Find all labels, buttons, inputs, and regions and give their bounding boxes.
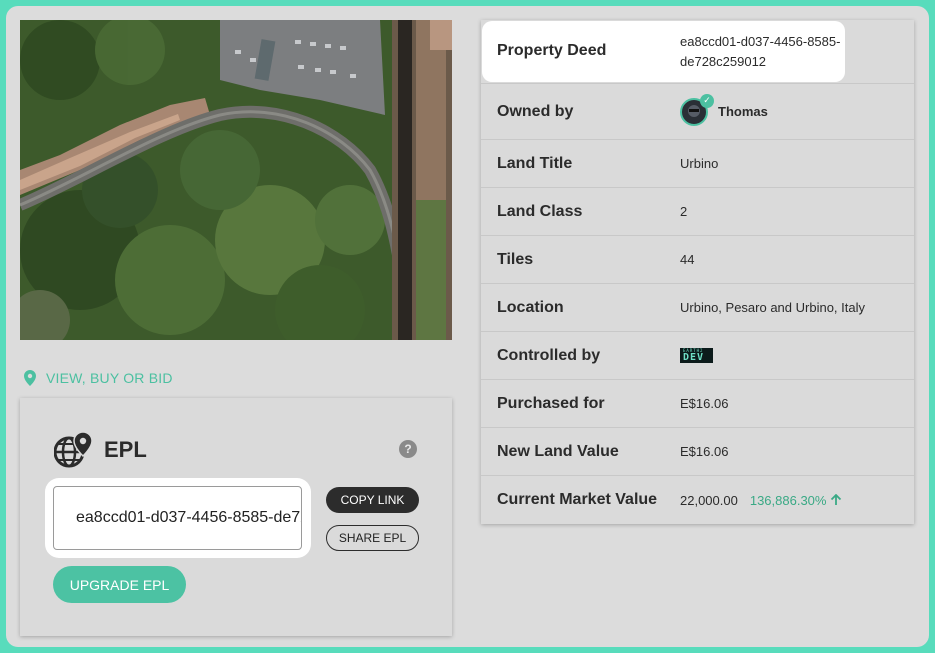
copy-link-button[interactable]: COPY LINK [326,487,419,513]
deed-row-owned-by: Owned by ✓ Thomas [481,84,914,140]
land-class-label: Land Class [497,202,583,220]
verified-check-icon: ✓ [700,93,714,108]
land-title-value: Urbino [680,156,719,171]
location-pin-icon [24,370,36,386]
purchased-for-label: Purchased for [497,394,605,412]
deed-row-location: Location Urbino, Pesaro and Urbino, Ital… [481,284,914,332]
satellite-map[interactable] [20,20,452,340]
market-value: 22,000.00 136,886.30% [680,493,842,508]
controller[interactable]: EARTH2 DEV [680,348,713,363]
deed-row-new-land-value: New Land Value E$16.06 [481,428,914,476]
view-buy-bid-label: VIEW, BUY OR BID [46,370,173,386]
app-frame: VIEW, BUY OR BID EPL ? COPY LINK SHARE E… [6,6,929,647]
deed-id[interactable]: ea8ccd01-d037-4456-8585-de728c259012 [680,32,845,72]
tiles-label: Tiles [497,250,534,268]
property-deed-panel: Property Deed ea8ccd01-d037-4456-8585-de… [481,20,914,524]
epl-link-input[interactable] [53,486,302,550]
land-class-value: 2 [680,204,688,219]
new-land-value: E$16.06 [680,444,729,459]
share-epl-button[interactable]: SHARE EPL [326,525,419,551]
owner-avatar[interactable]: ✓ [680,93,714,126]
epl-card: EPL ? COPY LINK SHARE EPL UPGRADE EPL [20,398,452,636]
market-value-amount: 22,000.00 [680,492,738,508]
deed-row-tiles: Tiles 44 [481,236,914,284]
location-value: Urbino, Pesaro and Urbino, Italy [680,300,865,315]
arrow-up-icon [831,494,842,505]
market-change: 136,886.30% [750,493,843,508]
deed-header-label: Property Deed [497,42,607,59]
tiles-value: 44 [680,252,695,267]
badge-big-text: DEV [683,352,705,363]
deed-row-land-title: Land Title Urbino [481,140,914,188]
upgrade-epl-button[interactable]: UPGRADE EPL [53,566,186,603]
land-title-label: Land Title [497,154,573,172]
owner-name[interactable]: Thomas [718,104,768,119]
new-land-value-label: New Land Value [497,442,619,460]
market-value-label: Current Market Value [497,491,658,508]
earth2-dev-badge[interactable]: EARTH2 DEV [680,348,713,363]
deed-row-land-class: Land Class 2 [481,188,914,236]
globe-pin-icon [54,432,92,468]
satellite-map-image [20,20,452,340]
help-icon[interactable]: ? [399,440,417,458]
epl-title: EPL [104,437,147,462]
owned-by-label: Owned by [497,102,574,120]
epl-header: EPL [54,432,147,468]
market-change-percent: 136,886.30% [749,492,827,508]
purchased-for-value: E$16.06 [680,396,729,411]
deed-row-market-value: Current Market Value 22,000.00 136,886.3… [481,476,914,524]
deed-row-controlled-by: Controlled by EARTH2 DEV [481,332,914,380]
location-label: Location [497,298,564,316]
controlled-by-label: Controlled by [497,346,601,364]
deed-row-purchased-for: Purchased for E$16.06 [481,380,914,428]
view-buy-bid-link[interactable]: VIEW, BUY OR BID [24,368,173,388]
deed-header-row: Property Deed ea8ccd01-d037-4456-8585-de… [481,20,914,84]
epl-input-highlight [45,478,311,558]
owner[interactable]: ✓ Thomas [680,93,768,126]
